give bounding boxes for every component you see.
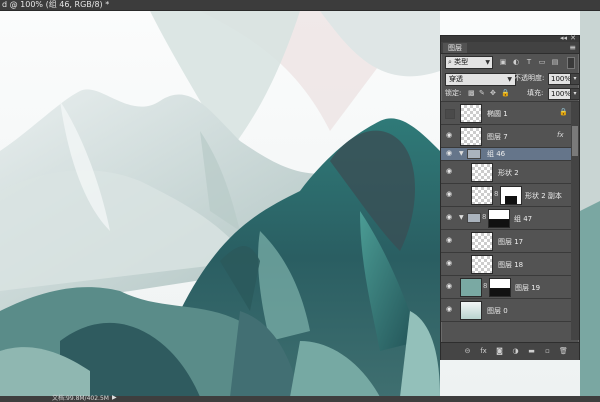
document-title: d @ 100% (组 46, RGB/8) *	[2, 0, 110, 9]
link-icon: 8	[482, 213, 487, 221]
layer-thumbnail	[471, 255, 493, 274]
document-title-bar: d @ 100% (组 46, RGB/8) *	[0, 0, 600, 11]
shape-filter-icon[interactable]: ▭	[538, 58, 546, 66]
adjustment-icon[interactable]: ◑	[511, 347, 520, 356]
status-bar: 文档:99.8M/402.5M ▶	[0, 395, 600, 402]
fill-dropdown-icon[interactable]: ▾	[570, 88, 580, 100]
eye-icon[interactable]: ◉	[444, 236, 454, 246]
eye-icon[interactable]: ◉	[444, 305, 454, 315]
layer-row[interactable]: ◉ 图层 18	[441, 253, 571, 276]
layer-row[interactable]: ◉ ▼ 8 组 47	[441, 207, 571, 230]
search-icon: ⌕	[448, 58, 452, 66]
layers-list: 椭圆 1 🔒 ◉ 图层 7 fx ◉ ▼ 组 46 ◉ 形状 2 ◉ 8 形状 …	[441, 102, 571, 340]
new-layer-icon[interactable]: ▫	[543, 347, 552, 356]
smartobject-filter-icon[interactable]: ▤	[551, 58, 559, 66]
visibility-toggle-empty[interactable]	[445, 109, 455, 119]
layer-row[interactable]: ◉ 8 形状 2 副本	[441, 184, 571, 207]
blend-mode-select[interactable]: 穿透 ▼	[445, 73, 516, 86]
fx-icon[interactable]: fx	[557, 131, 564, 139]
layer-row[interactable]: ◉ 8 图层 19	[441, 276, 571, 299]
layer-row[interactable]: ◉ 图层 7 fx	[441, 125, 571, 148]
panel-menu-icon[interactable]: ≡	[569, 42, 576, 53]
folder-icon	[467, 213, 481, 223]
eye-icon[interactable]: ◉	[444, 259, 454, 269]
eye-icon[interactable]: ◉	[444, 190, 454, 200]
blend-mode-value: 穿透	[449, 75, 463, 83]
layer-row[interactable]: ◉ 图层 17	[441, 230, 571, 253]
panel-tab-row: 图层 ≡	[441, 42, 579, 54]
opacity-label: 不透明度:	[514, 74, 545, 82]
chevron-down-icon: ▼	[485, 59, 490, 66]
layer-filter-row: ⌕ 类型 ▼ ▣ ◐ T ▭ ▤	[441, 54, 579, 70]
layer-thumbnail	[460, 278, 482, 297]
pixel-filter-icon[interactable]: ▣	[499, 58, 507, 66]
lock-transparency-icon[interactable]: ▩	[468, 90, 475, 97]
add-mask-icon[interactable]: ◙	[495, 347, 504, 356]
layer-mask-thumbnail[interactable]	[489, 278, 511, 297]
layer-thumbnail	[471, 232, 493, 251]
layer-thumbnail	[460, 127, 482, 146]
layer-name[interactable]: 图层 19	[515, 283, 540, 293]
layer-name[interactable]: 形状 2	[498, 168, 519, 178]
status-menu-arrow[interactable]: ▶	[112, 395, 117, 401]
chevron-down-icon: ▼	[507, 76, 512, 83]
layers-scrollbar[interactable]	[571, 102, 579, 340]
fill-label: 填充:	[527, 89, 544, 97]
lock-image-pixels-icon[interactable]: ✎	[479, 90, 486, 97]
eye-icon[interactable]: ◉	[444, 149, 454, 159]
adjustment-filter-icon[interactable]: ◐	[512, 58, 520, 66]
layer-mask-thumbnail[interactable]	[500, 186, 522, 205]
filter-kind-label: 类型	[454, 58, 469, 66]
layer-name[interactable]: 图层 17	[498, 237, 523, 247]
link-layers-icon[interactable]: ⊝	[463, 347, 472, 356]
expand-triangle-icon[interactable]: ▼	[459, 214, 464, 221]
type-filter-icon[interactable]: T	[525, 58, 533, 66]
layer-name[interactable]: 椭圆 1	[487, 109, 508, 119]
lock-icon: 🔒	[559, 108, 568, 116]
layer-row[interactable]: 椭圆 1 🔒	[441, 102, 571, 125]
tab-layers[interactable]: 图层	[443, 43, 467, 53]
layer-name[interactable]: 图层 7	[487, 132, 508, 142]
layer-name[interactable]: 组 47	[514, 214, 532, 224]
layer-name[interactable]: 图层 18	[498, 260, 523, 270]
layer-mask-thumbnail[interactable]	[488, 209, 510, 228]
blend-row: 穿透 ▼ 不透明度: 100% ▾	[441, 71, 580, 86]
fx-icon[interactable]: fx	[479, 347, 488, 356]
filter-toggle[interactable]	[567, 57, 575, 69]
link-icon: 8	[483, 282, 488, 290]
layers-panel: ◂◂ ✕ 图层 ≡ ⌕ 类型 ▼ ▣ ◐ T ▭ ▤ 穿透 ▼ 不透明度: 10…	[440, 34, 580, 360]
document-size-info: 文档:99.8M/402.5M	[52, 395, 109, 402]
folder-icon	[467, 149, 481, 159]
close-panel-icon[interactable]: ✕	[570, 34, 576, 42]
opacity-dropdown-icon[interactable]: ▾	[570, 73, 580, 85]
lock-row: 锁定: ▩ ✎ ✥ 🔒 填充: 100% ▾	[441, 87, 580, 102]
scrollbar-thumb[interactable]	[572, 126, 578, 156]
layer-thumbnail	[460, 104, 482, 123]
delete-layer-icon[interactable]: 🗑	[559, 347, 568, 356]
link-icon: 8	[494, 190, 499, 198]
layer-thumbnail	[460, 301, 482, 320]
layer-row[interactable]: ◉ 图层 0	[441, 299, 571, 322]
lock-label: 锁定:	[445, 89, 462, 97]
filter-kind-select[interactable]: ⌕ 类型 ▼	[445, 56, 493, 69]
layer-name[interactable]: 组 46	[487, 149, 505, 159]
expand-triangle-icon[interactable]: ▼	[459, 150, 464, 157]
lock-position-icon[interactable]: ✥	[490, 90, 497, 97]
collapse-panel-icon[interactable]: ◂◂	[560, 34, 567, 42]
layer-row-selected[interactable]: ◉ ▼ 组 46	[441, 148, 571, 161]
layers-bottom-toolbar: ⊝ fx ◙ ◑ ▬ ▫ 🗑	[441, 342, 579, 360]
layer-name[interactable]: 图层 0	[487, 306, 508, 316]
layer-thumbnail	[471, 163, 493, 182]
lock-all-icon[interactable]: 🔒	[501, 90, 510, 97]
eye-icon[interactable]: ◉	[444, 282, 454, 292]
layer-name[interactable]: 形状 2 副本	[525, 191, 562, 201]
layer-row[interactable]: ◉ 形状 2	[441, 161, 571, 184]
layer-thumbnail	[471, 186, 493, 205]
eye-icon[interactable]: ◉	[444, 213, 454, 223]
eye-icon[interactable]: ◉	[444, 167, 454, 177]
new-group-icon[interactable]: ▬	[527, 347, 536, 356]
eye-icon[interactable]: ◉	[444, 131, 454, 141]
